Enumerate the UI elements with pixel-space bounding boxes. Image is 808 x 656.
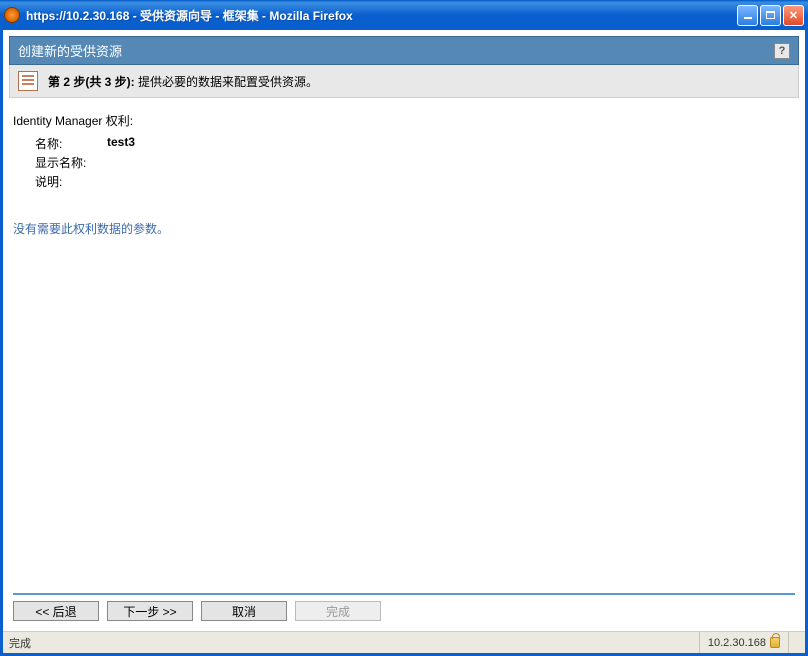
step-text: 第 2 步(共 3 步): 提供必要的数据来配置受供资源。 <box>48 73 318 90</box>
name-value: test3 <box>107 135 141 152</box>
cancel-button[interactable]: 取消 <box>201 601 287 621</box>
wizard-header: 创建新的受供资源 ? <box>9 36 799 65</box>
finish-button: 完成 <box>295 601 381 621</box>
window-title: https://10.2.30.168 - 受供资源向导 - 框架集 - Moz… <box>26 7 737 24</box>
wizard-button-bar: << 后退 下一步 >> 取消 完成 <box>9 595 799 631</box>
no-params-message: 没有需要此权利数据的参数。 <box>13 220 795 237</box>
window-titlebar: https://10.2.30.168 - 受供资源向导 - 框架集 - Moz… <box>0 0 808 30</box>
wizard-step-bar: 第 2 步(共 3 步): 提供必要的数据来配置受供资源。 <box>9 65 799 98</box>
step-icon <box>18 71 38 91</box>
display-name-value <box>107 154 141 171</box>
next-button[interactable]: 下一步 >> <box>107 601 193 621</box>
back-button[interactable]: << 后退 <box>13 601 99 621</box>
wizard-title: 创建新的受供资源 <box>18 41 122 60</box>
description-value <box>107 173 141 190</box>
lock-icon <box>770 637 780 648</box>
name-label: 名称: <box>35 135 105 152</box>
maximize-button[interactable] <box>760 5 781 26</box>
status-text: 完成 <box>3 635 699 651</box>
entitlement-title: Identity Manager 权利: <box>13 112 795 129</box>
display-name-label: 显示名称: <box>35 154 105 171</box>
status-host: 10.2.30.168 <box>699 632 788 653</box>
resize-grip[interactable] <box>788 632 805 653</box>
description-label: 说明: <box>35 173 105 190</box>
wizard-main-area: Identity Manager 权利: 名称: test3 显示名称: 说明:… <box>9 98 799 593</box>
minimize-button[interactable] <box>737 5 758 26</box>
entitlement-fields: 名称: test3 显示名称: 说明: <box>33 133 143 192</box>
help-button[interactable]: ? <box>774 43 790 59</box>
close-button[interactable]: ✕ <box>783 5 804 26</box>
firefox-icon <box>4 7 20 23</box>
statusbar: 完成 10.2.30.168 <box>3 631 805 653</box>
status-host-text: 10.2.30.168 <box>708 637 766 649</box>
step-label-rest: 提供必要的数据来配置受供资源。 <box>135 75 318 89</box>
window-controls: ✕ <box>737 5 804 26</box>
step-label-bold: 第 2 步(共 3 步): <box>48 75 135 89</box>
